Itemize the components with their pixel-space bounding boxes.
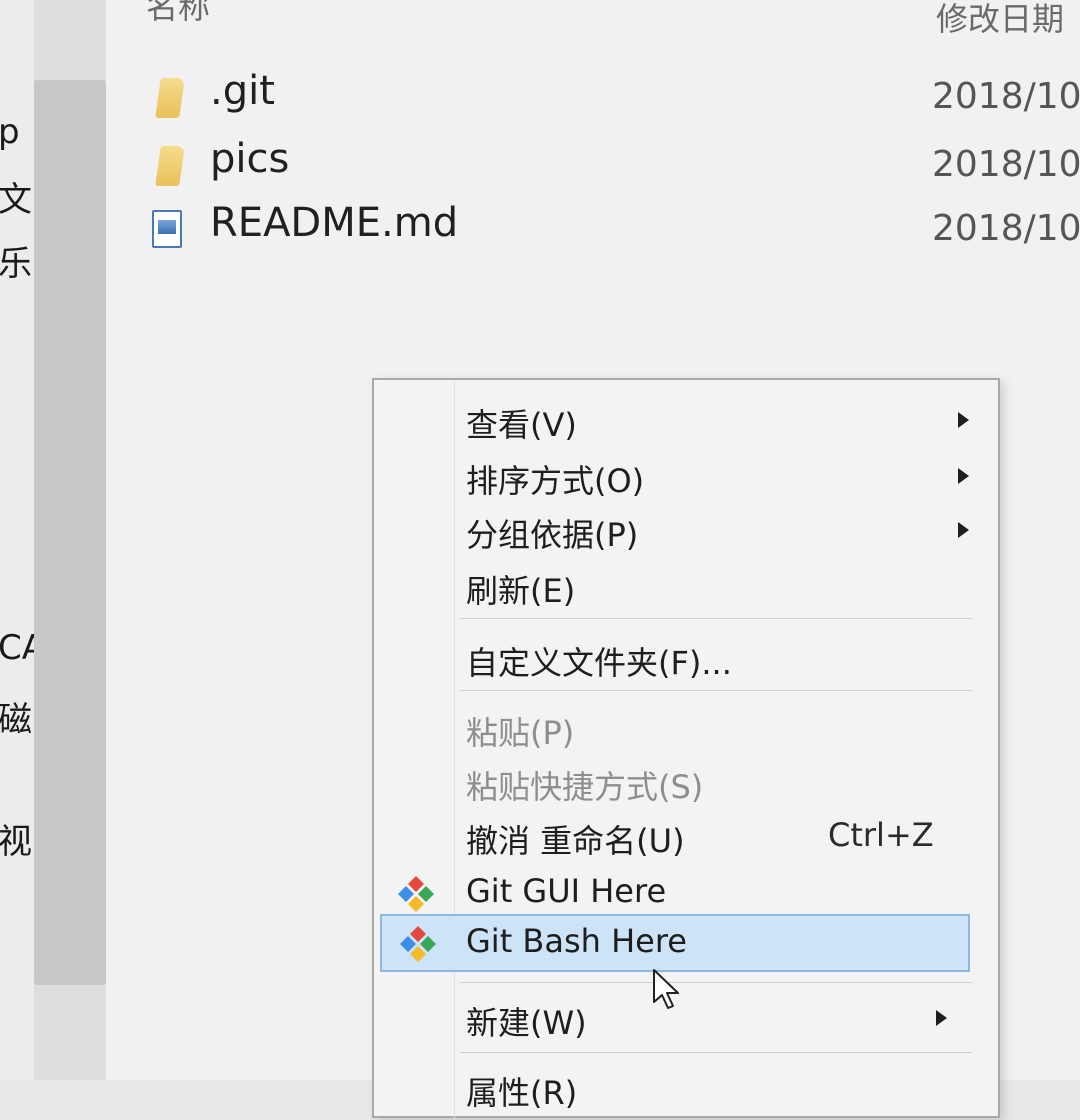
folder-icon [155,78,185,118]
file-name: README.md [210,200,459,246]
menu-item-label: 撤消 重命名(U) [466,822,685,860]
menu-item-label: 粘贴快捷方式(S) [466,768,704,806]
menu-separator [460,690,972,691]
nav-item[interactable]: p [0,112,20,152]
menu-separator [460,1052,972,1053]
nav-item[interactable]: 视 [0,814,32,863]
git-icon [400,926,436,962]
menu-item-git-bash-here[interactable]: Git Bash Here [380,914,970,972]
submenu-arrow-icon [936,1010,947,1026]
menu-separator [460,982,972,983]
column-header-modified[interactable]: 修改日期 [936,0,1064,40]
submenu-arrow-icon [958,522,969,538]
menu-item-git-gui-here[interactable]: Git GUI Here [380,866,968,920]
menu-item-paste[interactable]: 粘贴(P) [380,702,968,756]
menu-item-paste-shortcut[interactable]: 粘贴快捷方式(S) [380,756,968,810]
menu-item-label: 分组依据(P) [466,516,639,554]
menu-item-customize-folder[interactable]: 自定义文件夹(F)... [380,632,968,686]
mouse-cursor-icon [653,969,679,1009]
file-row[interactable]: pics 2018/10/ [152,136,1080,196]
nav-item[interactable]: CA [0,628,34,668]
menu-item-label: Git GUI Here [466,872,667,910]
nav-item[interactable]: 磁 [0,692,32,741]
menu-item-label: 查看(V) [466,406,577,444]
menu-item-label: 属性(R) [466,1074,578,1112]
nav-item[interactable]: 文 [0,172,32,221]
menu-item-label: 排序方式(O) [466,462,645,500]
file-modified-date: 2018/10/ [932,208,1080,249]
document-icon [152,210,182,248]
file-modified-date: 2018/10/ [932,144,1080,185]
navigation-pane: p 文 乐 CA 磁 视 [0,0,34,1080]
file-modified-date: 2018/10/ [932,76,1080,117]
submenu-arrow-icon [958,412,969,428]
menu-separator [460,618,972,619]
git-icon [398,876,434,912]
file-row[interactable]: README.md 2018/10/ [152,200,1080,260]
menu-item-label: 新建(W) [466,1004,587,1042]
nav-item[interactable]: 乐 [0,236,32,285]
menu-item-label: 粘贴(P) [466,714,575,752]
folder-icon [155,146,185,186]
menu-item-label: 刷新(E) [466,572,576,610]
file-name: .git [210,68,275,114]
menu-item-sort-by[interactable]: 排序方式(O) [380,450,969,504]
menu-item-refresh[interactable]: 刷新(E) [380,560,968,614]
menu-item-shortcut: Ctrl+Z [828,816,934,854]
menu-item-undo-rename[interactable]: 撤消 重命名(U) Ctrl+Z [380,810,968,864]
file-row[interactable]: .git 2018/10/ [152,68,1080,128]
column-header-name[interactable]: 名称 [146,0,210,28]
file-name: pics [210,136,290,182]
nav-scrollbar-thumb[interactable] [34,80,106,985]
submenu-arrow-icon [958,468,969,484]
menu-item-properties[interactable]: 属性(R) [380,1062,968,1116]
menu-item-label: 自定义文件夹(F)... [466,644,732,682]
menu-item-view[interactable]: 查看(V) [380,394,969,448]
menu-item-group-by[interactable]: 分组依据(P) [380,504,969,558]
menu-item-label: Git Bash Here [466,922,687,960]
context-menu: 查看(V) 排序方式(O) 分组依据(P) 刷新(E) 自定义文件夹(F)...… [372,378,1000,1120]
